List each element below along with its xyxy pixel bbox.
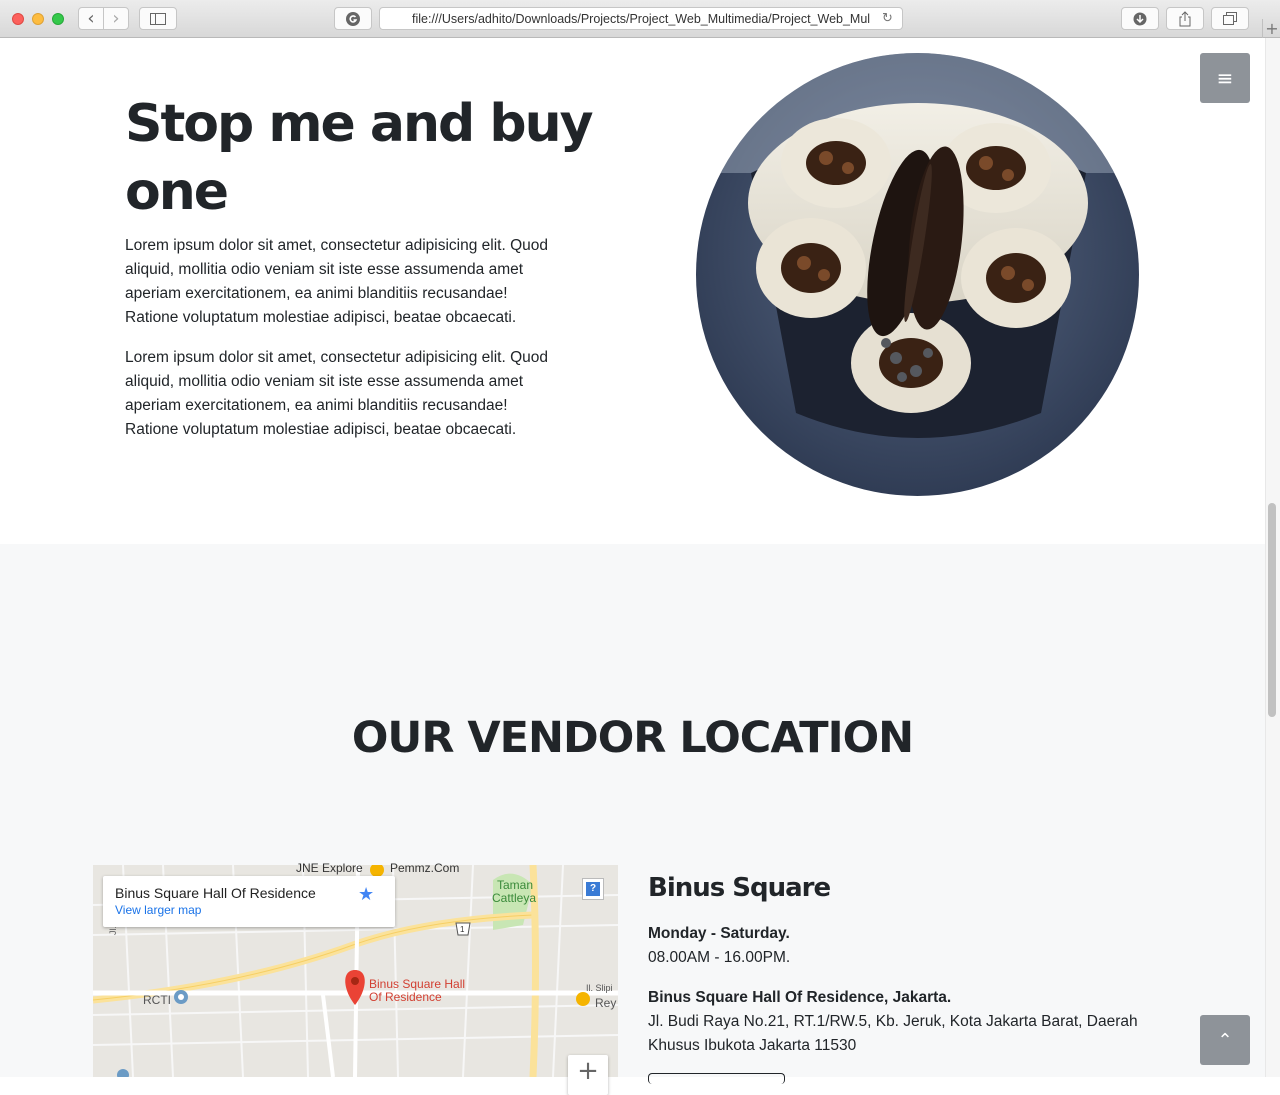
zoom-window-button[interactable] bbox=[52, 13, 64, 25]
hero-paragraph: Lorem ipsum dolor sit amet, consectetur … bbox=[125, 237, 549, 326]
forward-icon: › bbox=[112, 8, 120, 29]
url-text: file:///Users/adhito/Downloads/Projects/… bbox=[412, 11, 870, 26]
hero-paragraph: Lorem ipsum dolor sit amet, consectetur … bbox=[125, 349, 549, 438]
map-label: Taman bbox=[497, 878, 534, 892]
hamburger-menu-icon: ≡ bbox=[1216, 66, 1234, 90]
grammarly-icon bbox=[346, 11, 360, 26]
plus-icon: + bbox=[577, 1056, 599, 1086]
sidebar-icon bbox=[150, 12, 166, 25]
map-label: JNE Explore bbox=[296, 861, 363, 875]
reload-icon[interactable]: ↻ bbox=[882, 11, 893, 26]
share-button[interactable] bbox=[1166, 7, 1204, 30]
minimize-window-button[interactable] bbox=[32, 13, 44, 25]
map-label: Rey bbox=[595, 996, 617, 1010]
share-icon bbox=[1179, 10, 1191, 26]
sidebar-button[interactable] bbox=[139, 7, 177, 30]
back-button[interactable]: ‹ bbox=[78, 7, 104, 30]
map-label: Cattleya bbox=[492, 891, 537, 905]
map-place-title: Binus Square Hall Of Residence bbox=[115, 885, 316, 901]
map-place-card: Binus Square Hall Of Residence View larg… bbox=[103, 876, 395, 927]
address-title: Binus Square Hall Of Residence, Jakarta. bbox=[648, 989, 952, 1006]
back-icon: ‹ bbox=[87, 8, 95, 29]
address-bar[interactable]: file:///Users/adhito/Downloads/Projects/… bbox=[379, 7, 903, 30]
scrollbar-thumb[interactable] bbox=[1268, 503, 1276, 717]
vendor-section-title: OUR VENDOR LOCATION bbox=[351, 713, 914, 763]
save-star-icon[interactable]: ★ bbox=[358, 884, 374, 905]
map-pin-label: Of Residence bbox=[369, 990, 442, 1004]
help-icon: ? bbox=[586, 882, 600, 896]
map-help-button[interactable]: ? bbox=[582, 878, 604, 900]
opening-days: Monday - Saturday. bbox=[648, 925, 790, 942]
opening-hours: 08.00AM - 16.00PM. bbox=[648, 949, 791, 966]
browser-toolbar: ‹ › file:///Users/adhito/Downloads/Proje… bbox=[0, 0, 1280, 38]
address-text: Jl. Budi Raya No.21, RT.1/RW.5, Kb. Jeru… bbox=[648, 1013, 1138, 1054]
map-zoom-in-button[interactable]: + bbox=[568, 1055, 608, 1095]
downloads-button[interactable] bbox=[1121, 7, 1159, 30]
download-icon bbox=[1133, 12, 1147, 25]
chevron-up-icon: ⌃ bbox=[1217, 1029, 1233, 1051]
new-tab-icon: + bbox=[1265, 19, 1279, 38]
map-label: RCTI bbox=[143, 993, 171, 1007]
hero-title: Stop me and buy one bbox=[125, 94, 594, 222]
forward-button[interactable]: › bbox=[103, 7, 129, 30]
ice-cream-image bbox=[696, 53, 1139, 496]
new-tab-button[interactable]: + bbox=[1262, 19, 1280, 38]
map-label: Il. Slipi bbox=[586, 983, 613, 993]
route-number: 1 bbox=[460, 925, 465, 934]
directions-button[interactable] bbox=[648, 1073, 785, 1084]
location-name: Binus Square bbox=[648, 873, 831, 903]
scroll-to-top-button[interactable]: ⌃ bbox=[1200, 1015, 1250, 1065]
close-window-button[interactable] bbox=[12, 13, 24, 25]
map-label: Pemmz.Com bbox=[390, 861, 460, 875]
menu-button[interactable]: ≡ bbox=[1200, 53, 1250, 103]
tabs-icon bbox=[1223, 11, 1237, 25]
grammarly-button[interactable] bbox=[334, 7, 372, 30]
view-larger-map-link[interactable]: View larger map bbox=[115, 903, 201, 917]
map-pin-label: Binus Square Hall bbox=[369, 977, 466, 991]
tabs-overview-button[interactable] bbox=[1211, 7, 1249, 30]
